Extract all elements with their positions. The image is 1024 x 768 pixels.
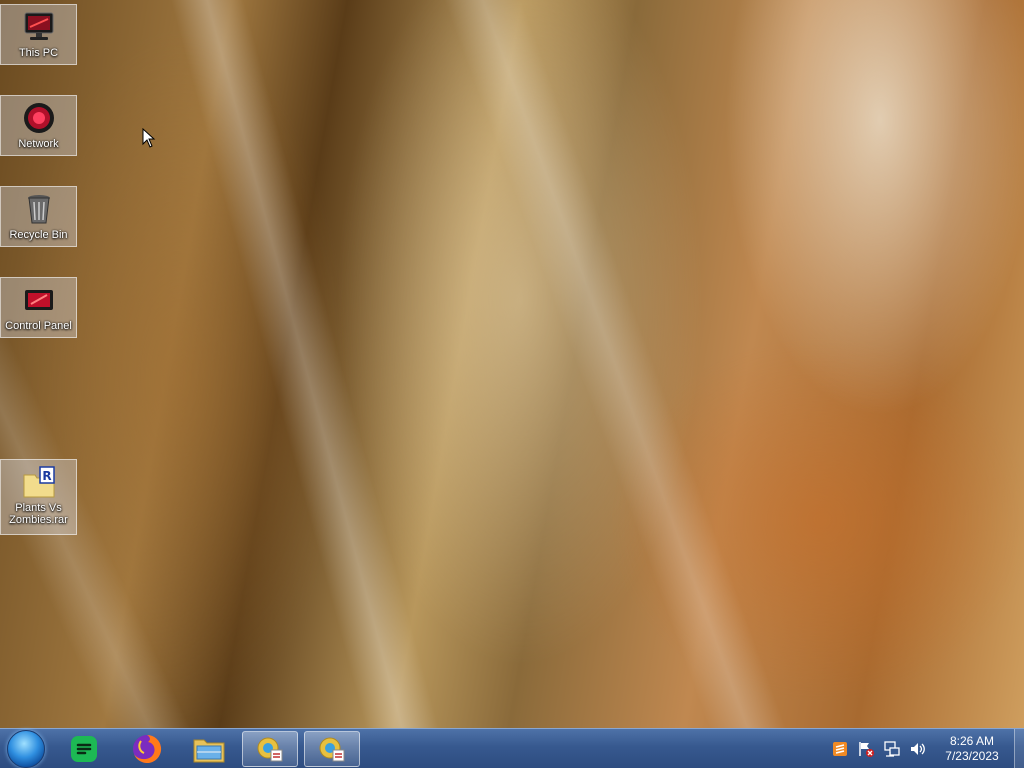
desktop-icon-label: Control Panel xyxy=(5,320,72,332)
desktop-icon-recycle-bin[interactable]: Recycle Bin xyxy=(0,186,77,247)
clock-date: 7/23/2023 xyxy=(945,749,999,763)
flag-error-icon[interactable] xyxy=(856,739,876,759)
system-tray: 8:26 AM 7/23/2023 xyxy=(830,729,1024,768)
desktop-icon-plants-vs-zombies-rar[interactable]: R Plants Vs Zombies.rar xyxy=(0,459,77,535)
desktop-icon-label: Plants Vs Zombies.rar xyxy=(9,502,68,526)
taskbar-pinned-firefox[interactable] xyxy=(119,731,175,767)
control-panel-icon xyxy=(21,282,57,318)
mouse-cursor-icon xyxy=(142,127,156,152)
svg-text:R: R xyxy=(42,469,51,483)
computer-monitor-icon xyxy=(21,9,57,45)
taskbar-running-installer-2[interactable] xyxy=(304,731,360,767)
folder-icon xyxy=(193,739,225,763)
green-app-icon xyxy=(71,736,97,762)
desktop-icon-label: Recycle Bin xyxy=(9,229,68,241)
installer-icon xyxy=(257,737,283,762)
network-icon[interactable] xyxy=(882,739,902,759)
clock-time: 8:26 AM xyxy=(949,734,995,748)
firefox-icon xyxy=(133,734,162,763)
volume-icon[interactable] xyxy=(908,739,928,759)
wallpaper xyxy=(0,0,1024,728)
desktop-icon-label: This PC xyxy=(18,47,59,59)
recycle-bin-icon xyxy=(21,191,57,227)
desktop-icon-this-pc[interactable]: This PC xyxy=(0,4,77,65)
show-desktop-button[interactable] xyxy=(1014,729,1024,768)
taskbar-pinned-green-app[interactable] xyxy=(56,731,112,767)
start-orb-icon[interactable] xyxy=(7,729,45,768)
desktop-icon-control-panel[interactable]: Control Panel xyxy=(0,277,77,338)
network-globe-icon xyxy=(21,100,57,136)
taskbar-clock[interactable]: 8:26 AM 7/23/2023 xyxy=(936,734,1008,764)
desktop-icon-label: Network xyxy=(18,138,59,150)
taskbar-pinned-file-explorer[interactable] xyxy=(181,731,237,767)
desktop-icon-network[interactable]: Network xyxy=(0,95,77,156)
installer-icon xyxy=(319,737,345,762)
rar-archive-icon: R xyxy=(21,464,57,500)
sublime-icon[interactable] xyxy=(830,739,850,759)
taskbar-running-installer-1[interactable] xyxy=(242,731,298,767)
taskbar: 8:26 AM 7/23/2023 xyxy=(0,728,1024,768)
